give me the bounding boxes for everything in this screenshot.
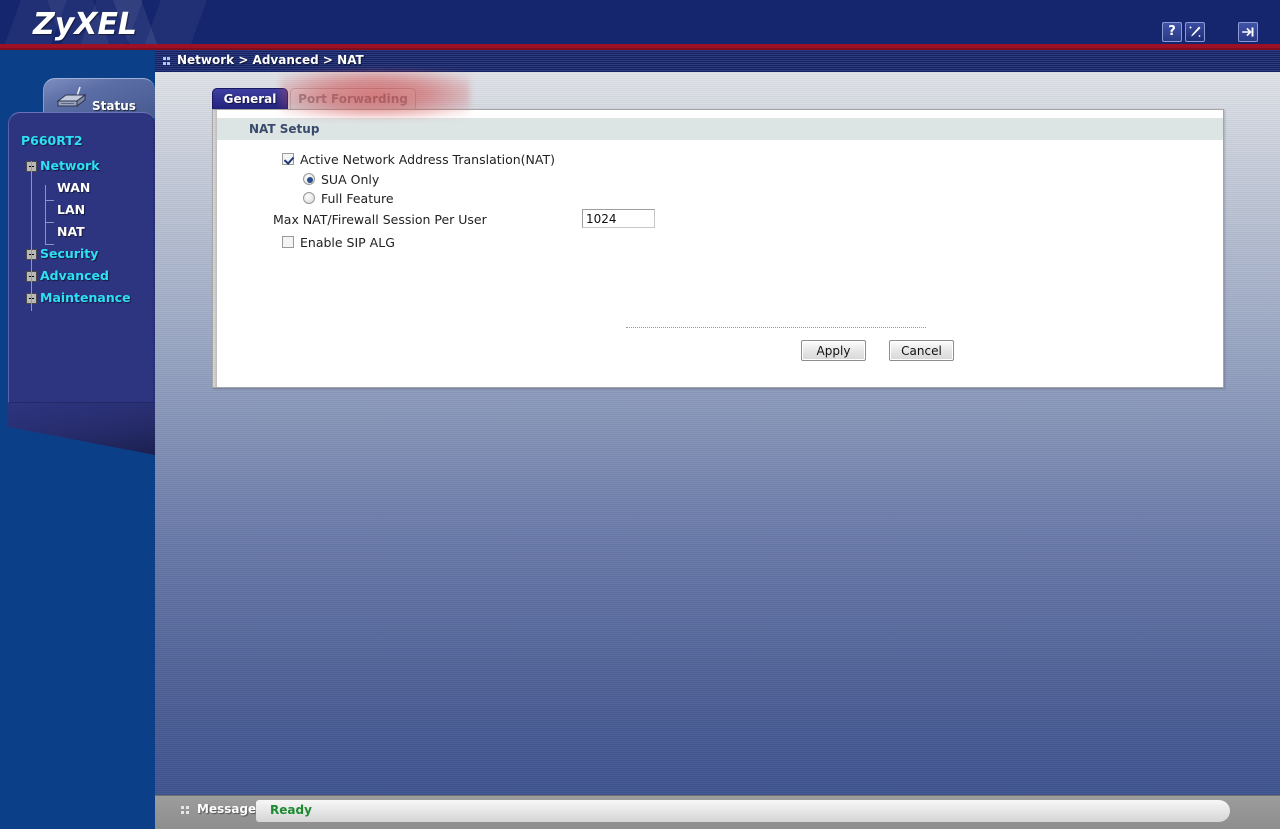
zyxel-logo: ZyXEL [33,7,138,42]
logout-icon[interactable] [1238,22,1258,42]
nat-setup-form: Active Network Address Translation(NAT) … [213,150,1225,253]
header-banner: ZyXEL ? [0,0,1280,44]
sidebar-item-label: Security [40,246,99,261]
max-sessions-row: Max NAT/Firewall Session Per User [213,209,1225,233]
sua-only-label: SUA Only [321,172,380,187]
sidebar-nav-panel: P660RT2 Network WAN LAN NAT Security Adv… [8,112,155,405]
section-title: NAT Setup [249,122,320,136]
sidebar-nav-tree: P660RT2 Network WAN LAN NAT Security Adv… [9,113,155,311]
sidebar-item-label: WAN [57,180,91,195]
tab-port-forwarding[interactable]: Port Forwarding [290,88,416,110]
status-bar-label: Message [197,802,257,816]
sua-only-row: SUA Only [213,171,1225,189]
active-nat-checkbox[interactable] [282,153,294,165]
tree-spine [31,161,32,311]
sidebar-item-label: Maintenance [40,290,131,305]
cancel-button[interactable]: Cancel [889,340,954,361]
sidebar: Status P660RT2 Network WAN LAN NAT Secur… [0,50,155,829]
grip-icon [181,806,190,815]
sip-alg-row: Enable SIP ALG [213,234,1225,252]
max-sessions-input[interactable] [582,209,655,228]
help-icon[interactable]: ? [1162,22,1182,42]
wizard-icon[interactable] [1185,22,1205,42]
full-feature-row: Full Feature [213,190,1225,208]
sip-alg-label: Enable SIP ALG [300,235,395,250]
breadcrumb-bar: Network > Advanced > NAT [155,50,1280,72]
nav-panel-flap [8,403,155,455]
sidebar-device-name: P660RT2 [21,133,83,148]
tree-branch [45,244,54,245]
sidebar-item-label: NAT [57,224,85,239]
status-bar: Message Ready [155,795,1280,829]
status-message-field: Ready [256,800,1230,822]
sidebar-item-label: Advanced [40,268,109,283]
breadcrumb: Network > Advanced > NAT [177,53,364,67]
status-badge: Ready [270,803,312,817]
sidebar-item-label: Network [40,158,100,173]
tree-branch [45,222,54,223]
sip-alg-checkbox[interactable] [282,236,294,248]
breadcrumb-marker-icon [163,57,170,65]
active-nat-row: Active Network Address Translation(NAT) [213,150,1225,170]
tab-general[interactable]: General [212,88,288,110]
max-sessions-label: Max NAT/Firewall Session Per User [273,212,487,227]
full-feature-label: Full Feature [321,191,394,206]
active-nat-label: Active Network Address Translation(NAT) [300,152,555,167]
full-feature-radio[interactable] [303,192,315,204]
tree-branch [45,200,54,201]
nat-setup-panel: NAT Setup Active Network Address Transla… [212,109,1224,388]
tree-branch [45,185,46,245]
sidebar-status-tab-label: Status [92,99,136,113]
form-divider [626,327,926,328]
section-header: NAT Setup [217,118,1223,140]
main-content: Network > Advanced > NAT General Port Fo… [155,50,1280,829]
apply-button[interactable]: Apply [801,340,866,361]
sidebar-item-label: LAN [57,202,86,217]
sua-only-radio[interactable] [303,173,315,185]
